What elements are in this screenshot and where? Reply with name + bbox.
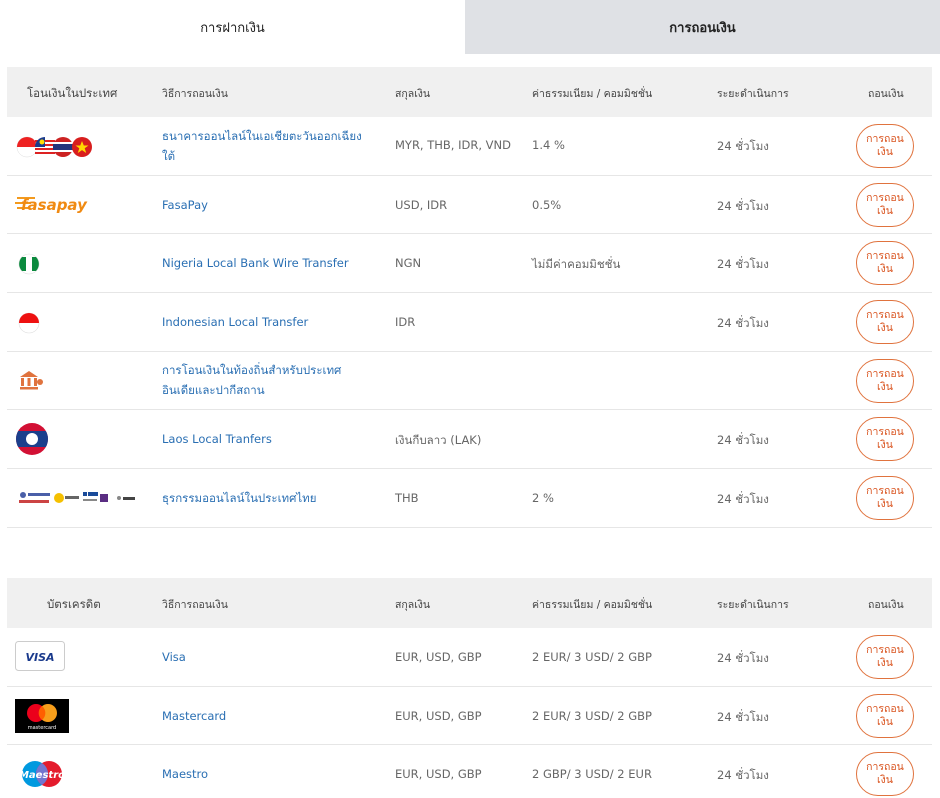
withdraw-button[interactable]: การถอนเงิน xyxy=(856,241,914,285)
tab-withdraw[interactable]: การถอนเงิน xyxy=(465,0,940,54)
withdraw-button[interactable]: การถอนเงิน xyxy=(856,300,914,344)
withdraw-button[interactable]: การถอนเงิน xyxy=(856,183,914,227)
method-link[interactable]: ธนาคารออนไลน์ในเอเชียตะวันออกเฉียงใต้ xyxy=(162,126,362,166)
currency-cell: EUR, USD, GBP xyxy=(395,650,482,664)
currency-cell: USD, IDR xyxy=(395,198,448,212)
header-fee: ค่าธรรมเนียม / คอมมิชชั่น xyxy=(532,599,653,611)
method-link[interactable]: Laos Local Tranfers xyxy=(162,429,362,449)
time-cell: 24 ชั่วโมง xyxy=(717,139,769,153)
header-time: ระยะดำเนินการ xyxy=(717,88,789,100)
indonesia-flag-icon xyxy=(18,312,40,334)
thai-banks-logos xyxy=(15,489,139,509)
withdraw-button[interactable]: การถอนเงิน xyxy=(856,417,914,461)
method-link[interactable]: Visa xyxy=(162,647,362,667)
time-cell: 24 ชั่วโมง xyxy=(717,492,769,506)
withdraw-button[interactable]: การถอนเงิน xyxy=(856,752,914,796)
currency-cell: EUR, USD, GBP xyxy=(395,767,482,781)
header-method: วิธีการถอนเงิน xyxy=(162,88,228,100)
table-row: mastercard Mastercard EUR, USD, GBP 2 EU… xyxy=(7,687,932,745)
tab-deposit[interactable]: การฝากเงิน xyxy=(0,0,465,54)
method-link[interactable]: การโอนเงินในท้องถิ่นสำหรับประเทศอินเดียแ… xyxy=(162,360,362,400)
method-link[interactable]: Maestro xyxy=(162,764,362,784)
svg-text:VISA: VISA xyxy=(25,651,54,664)
tab-bar: การฝากเงิน การถอนเงิน xyxy=(0,0,940,54)
table-row: Indonesian Local Transfer IDR 24 ชั่วโมง… xyxy=(7,293,932,352)
withdraw-button[interactable]: การถอนเงิน xyxy=(856,694,914,738)
header-currency: สกุลเงิน xyxy=(395,88,431,100)
method-link[interactable]: FasaPay xyxy=(162,195,362,215)
currency-cell: IDR xyxy=(395,315,416,329)
time-cell: 24 ชั่วโมง xyxy=(717,651,769,665)
bank-icon xyxy=(18,369,44,393)
time-cell: 24 ชั่วโมง xyxy=(717,768,769,782)
fee-cell: ไม่มีค่าคอมมิชชั่น xyxy=(532,257,621,271)
header-category: บัตรเครดิต xyxy=(47,597,101,611)
header-method: วิธีการถอนเงิน xyxy=(162,599,228,611)
withdraw-button[interactable]: การถอนเงิน xyxy=(856,476,914,520)
svg-text:Maestro: Maestro xyxy=(19,770,65,781)
maestro-logo: Maestro xyxy=(15,757,69,791)
table-row: ธนาคารออนไลน์ในเอเชียตะวันออกเฉียงใต้ MY… xyxy=(7,117,932,176)
table-header: บัตรเครดิต วิธีการถอนเงิน สกุลเงิน ค่าธร… xyxy=(7,578,932,628)
local-transfer-table: โอนเงินในประเทศ วิธีการถอนเงิน สกุลเงิน … xyxy=(7,67,932,528)
currency-cell: NGN xyxy=(395,256,422,270)
fasapay-logo: fasapay xyxy=(15,194,101,216)
visa-logo: VISA xyxy=(15,641,65,671)
laos-flag-icon xyxy=(15,422,49,456)
table-row: Laos Local Tranfers เงินกีบลาว (LAK) 24 … xyxy=(7,410,932,469)
table-row: การโอนเงินในท้องถิ่นสำหรับประเทศอินเดียแ… xyxy=(7,352,932,410)
time-cell: 24 ชั่วโมง xyxy=(717,199,769,213)
time-cell: 24 ชั่วโมง xyxy=(717,316,769,330)
header-action: ถอนเงิน xyxy=(868,599,904,611)
currency-cell: THB xyxy=(395,491,419,505)
fee-cell: 2 EUR/ 3 USD/ 2 GBP xyxy=(532,650,652,664)
method-link[interactable]: Mastercard xyxy=(162,706,362,726)
header-currency: สกุลเงิน xyxy=(395,599,431,611)
fee-cell: 2 % xyxy=(532,491,554,505)
mastercard-logo: mastercard xyxy=(15,699,69,733)
svg-text:fasapay: fasapay xyxy=(21,196,88,214)
credit-card-table: บัตรเครดิต วิธีการถอนเงิน สกุลเงิน ค่าธร… xyxy=(7,578,932,798)
method-link[interactable]: ธุรกรรมออนไลน์ในประเทศไทย xyxy=(162,488,362,508)
fee-cell: 1.4 % xyxy=(532,138,565,152)
fee-cell: 2 GBP/ 3 USD/ 2 EUR xyxy=(532,767,652,781)
currency-cell: EUR, USD, GBP xyxy=(395,709,482,723)
currency-cell: MYR, THB, IDR, VND xyxy=(395,138,511,152)
header-time: ระยะดำเนินการ xyxy=(717,599,789,611)
table-header: โอนเงินในประเทศ วิธีการถอนเงิน สกุลเงิน … xyxy=(7,67,932,117)
time-cell: 24 ชั่วโมง xyxy=(717,433,769,447)
fee-cell: 2 EUR/ 3 USD/ 2 GBP xyxy=(532,709,652,723)
table-row: fasapay FasaPay USD, IDR 0.5% 24 ชั่วโมง… xyxy=(7,176,932,234)
header-fee: ค่าธรรมเนียม / คอมมิชชั่น xyxy=(532,88,653,100)
time-cell: 24 ชั่วโมง xyxy=(717,257,769,271)
table-row: ธุรกรรมออนไลน์ในประเทศไทย THB 2 % 24 ชั่… xyxy=(7,469,932,528)
table-row: Maestro Maestro EUR, USD, GBP 2 GBP/ 3 U… xyxy=(7,745,932,798)
header-action: ถอนเงิน xyxy=(868,88,904,100)
method-link[interactable]: Indonesian Local Transfer xyxy=(162,312,362,332)
table-row: Nigeria Local Bank Wire Transfer NGN ไม่… xyxy=(7,234,932,293)
withdraw-button[interactable]: การถอนเงิน xyxy=(856,359,914,403)
currency-cell: เงินกีบลาว (LAK) xyxy=(395,433,482,447)
time-cell: 24 ชั่วโมง xyxy=(717,710,769,724)
svg-text:mastercard: mastercard xyxy=(28,725,56,731)
withdraw-button[interactable]: การถอนเงิน xyxy=(856,124,914,168)
sea-flags-icon xyxy=(15,134,99,160)
method-link[interactable]: Nigeria Local Bank Wire Transfer xyxy=(162,253,422,273)
withdraw-button[interactable]: การถอนเงิน xyxy=(856,635,914,679)
header-category: โอนเงินในประเทศ xyxy=(27,86,118,100)
nigeria-flag-icon xyxy=(18,253,40,275)
fee-cell: 0.5% xyxy=(532,198,562,212)
table-row: VISA Visa EUR, USD, GBP 2 EUR/ 3 USD/ 2 … xyxy=(7,628,932,687)
